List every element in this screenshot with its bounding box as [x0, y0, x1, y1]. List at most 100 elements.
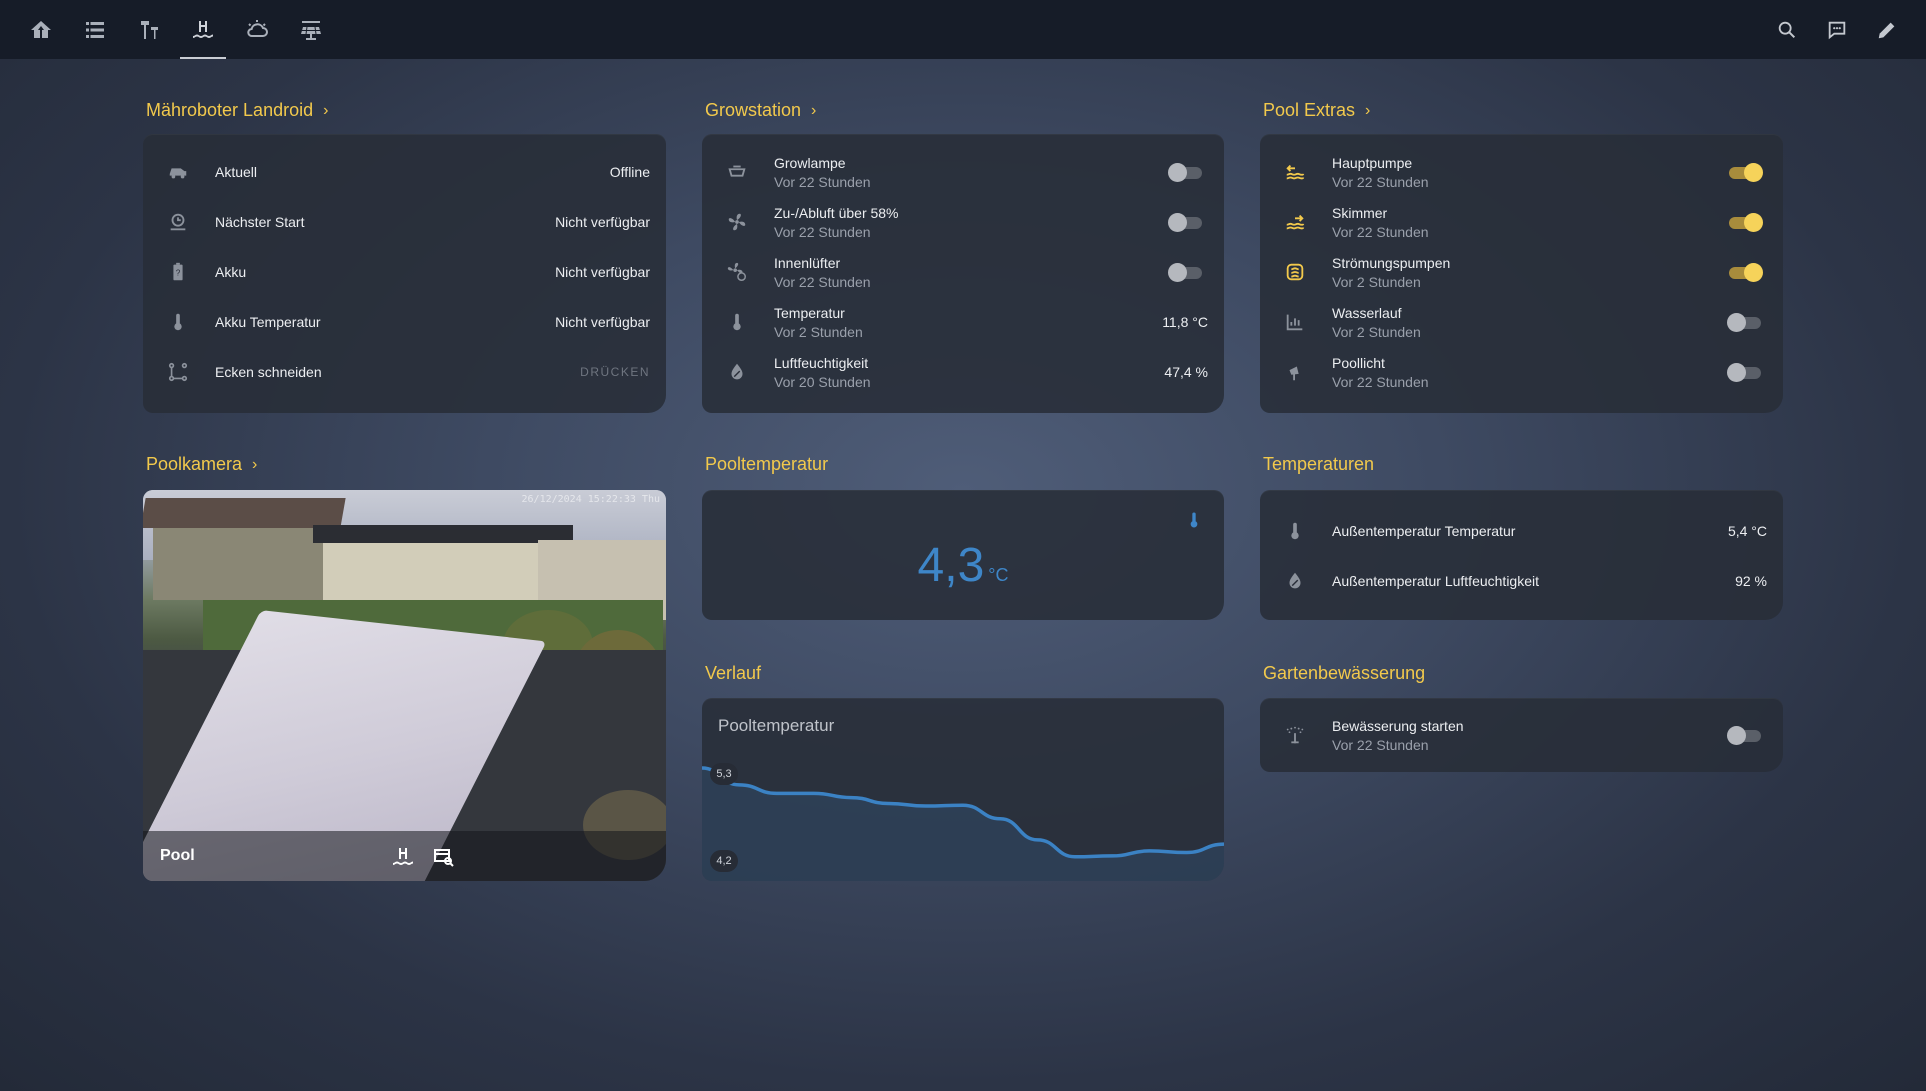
landroid-row-akku-temperatur[interactable]: Akku Temperatur Nicht verfügbar	[143, 297, 666, 347]
row-last-changed: Vor 2 Stunden	[1332, 323, 1421, 340]
pool-row-hauptpumpe: Hauptpumpe Vor 22 Stunden	[1260, 147, 1783, 197]
pooltemperatur-title-text: Pooltemperatur	[705, 454, 829, 474]
pool-temperature-display: 4,3 °C	[702, 538, 1224, 593]
nav-home[interactable]	[14, 0, 68, 59]
row-last-changed: Vor 22 Stunden	[1332, 736, 1429, 753]
pool-extras-title: Pool Extras	[1263, 100, 1356, 120]
pool-camera-feed[interactable]: 26/12/2024 15:22:33 Thu Pool	[143, 490, 666, 881]
pooltemperatur-title: Pooltemperatur	[705, 454, 828, 475]
row-name: Nächster Start	[215, 214, 305, 230]
top-toolbar	[0, 0, 1926, 59]
nav-pool[interactable]	[176, 0, 230, 59]
wasserlauf-toggle[interactable]	[1727, 312, 1763, 332]
abluft-toggle[interactable]	[1168, 212, 1204, 232]
bewaesserung-toggle[interactable]	[1727, 725, 1763, 745]
row-name: Aktuell	[215, 164, 258, 180]
growlampe-toggle[interactable]	[1168, 162, 1204, 182]
hauptpumpe-toggle[interactable]	[1727, 162, 1763, 182]
row-last-changed: Vor 2 Stunden	[1332, 273, 1421, 290]
pooltemperatur-card[interactable]: 4,3 °C	[702, 490, 1224, 620]
pool-icon[interactable]	[391, 845, 415, 869]
garden-lamp-icon	[141, 20, 158, 39]
growstation-row-luftfeuchtigkeit[interactable]: Luftfeuchtigkeit Vor 20 Stunden 47,4 %	[702, 347, 1224, 397]
pencil-icon	[1878, 22, 1895, 38]
landroid-card: Aktuell Offline Nächster Start Nicht ver…	[143, 134, 666, 413]
fan-clock-icon	[724, 259, 750, 285]
pool-temperature-unit: °C	[988, 565, 1009, 585]
chart-min-badge: 4,2	[710, 850, 738, 872]
row-last-changed: Vor 22 Stunden	[1332, 173, 1429, 190]
edit-dashboard-button[interactable]	[1862, 0, 1912, 59]
row-value: Nicht verfügbar	[555, 314, 650, 330]
row-name: Temperatur	[774, 304, 845, 321]
camera-label: Pool	[160, 847, 195, 864]
fan-icon	[724, 209, 750, 235]
skimmer-toggle[interactable]	[1727, 212, 1763, 232]
row-value: Nicht verfügbar	[555, 264, 650, 280]
view-tabs	[14, 0, 338, 59]
temperaturen-row-temperatur[interactable]: Außentemperatur Temperatur 5,4 °C	[1260, 506, 1783, 556]
row-name: Außentemperatur Temperatur	[1332, 523, 1516, 539]
pool-row-skimmer: Skimmer Vor 22 Stunden	[1260, 197, 1783, 247]
toolbar-actions	[1762, 0, 1912, 59]
row-last-changed: Vor 22 Stunden	[1332, 223, 1429, 240]
row-name: Skimmer	[1332, 204, 1388, 221]
chart-max-badge: 5,3	[710, 763, 738, 785]
nav-weather[interactable]	[230, 0, 284, 59]
camera-timestamp: 26/12/2024 15:22:33 Thu	[521, 494, 660, 505]
row-last-changed: Vor 22 Stunden	[774, 273, 871, 290]
clock-start-icon	[165, 209, 191, 235]
growstation-row-temperatur[interactable]: Temperatur Vor 2 Stunden 11,8 °C	[702, 297, 1224, 347]
growstation-title-link[interactable]: Growstation ›	[705, 100, 816, 121]
landroid-row-naechster-start[interactable]: Nächster Start Nicht verfügbar	[143, 197, 666, 247]
landroid-row-aktuell[interactable]: Aktuell Offline	[143, 147, 666, 197]
row-name: Zu-/Abluft über 58%	[774, 204, 899, 221]
row-value: 5,4 °C	[1727, 523, 1767, 539]
list-icon	[86, 21, 104, 38]
pool-extras-card: Hauptpumpe Vor 22 Stunden Skimmer Vor 22 S…	[1260, 134, 1783, 413]
pool-temperature-chart	[702, 766, 1224, 881]
bewaesserung-row: Bewässerung starten Vor 22 Stunden	[1260, 710, 1783, 760]
row-name: Poollicht	[1332, 354, 1385, 371]
poollicht-toggle[interactable]	[1727, 362, 1763, 382]
chevron-right-icon: ›	[811, 101, 817, 119]
pump-icon	[1282, 159, 1308, 185]
landroid-title-link[interactable]: Mähroboter Landroid ›	[146, 100, 328, 121]
camera-footer: Pool	[143, 831, 666, 881]
grow-lamp-icon	[724, 159, 750, 185]
thermometer-icon	[1190, 512, 1198, 528]
press-button[interactable]: DRÜCKEN	[580, 365, 650, 379]
row-name: Akku Temperatur	[215, 314, 321, 330]
nav-list[interactable]	[68, 0, 122, 59]
sprinkler-icon	[1282, 722, 1308, 748]
landroid-row-akku[interactable]: ? Akku Nicht verfügbar	[143, 247, 666, 297]
motion-search-icon[interactable]	[432, 845, 456, 869]
temperaturen-row-luftfeuchtigkeit[interactable]: Außentemperatur Luftfeuchtigkeit 92 %	[1260, 556, 1783, 606]
home-tree-icon	[31, 20, 51, 38]
stroemungspumpen-toggle[interactable]	[1727, 262, 1763, 282]
landroid-row-ecken-schneiden: Ecken schneiden DRÜCKEN	[143, 347, 666, 397]
temperaturen-title: Temperaturen	[1263, 454, 1374, 475]
row-name: Growlampe	[774, 154, 846, 171]
assist-button[interactable]	[1812, 0, 1862, 59]
temperaturen-card: Außentemperatur Temperatur 5,4 °C Außent…	[1260, 490, 1783, 620]
gartenbewaesserung-title: Gartenbewässerung	[1263, 663, 1425, 684]
search-button[interactable]	[1762, 0, 1812, 59]
row-value: 92 %	[1735, 573, 1767, 589]
row-name: Strömungspumpen	[1332, 254, 1451, 271]
innenluefter-toggle[interactable]	[1168, 262, 1204, 282]
landroid-title: Mähroboter Landroid	[146, 100, 314, 120]
pool-temperature-value: 4,3	[917, 539, 985, 592]
water-percent-icon	[724, 359, 750, 385]
gartenbewaesserung-title-text: Gartenbewässerung	[1263, 663, 1426, 683]
chat-icon	[1828, 21, 1846, 39]
poolkamera-title-link[interactable]: Poolkamera ›	[146, 454, 257, 475]
verlauf-card[interactable]: Pooltemperatur 5,3 4,2	[702, 698, 1224, 881]
row-value: Nicht verfügbar	[555, 214, 650, 230]
water-percent-icon	[1282, 568, 1308, 594]
thermometer-icon	[724, 309, 750, 335]
nav-garden[interactable]	[122, 0, 176, 59]
pool-extras-title-link[interactable]: Pool Extras ›	[1263, 100, 1370, 121]
spotlight-icon	[1282, 359, 1308, 385]
nav-solar[interactable]	[284, 0, 338, 59]
